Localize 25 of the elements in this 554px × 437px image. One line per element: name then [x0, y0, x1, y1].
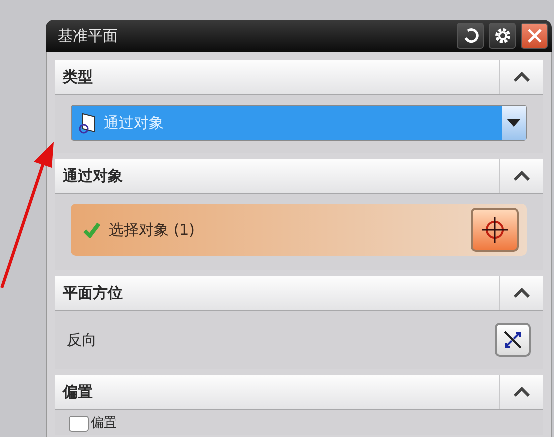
settings-button[interactable]: [489, 23, 516, 49]
plane-icon: [78, 112, 98, 134]
section-title: 平面方位: [62, 284, 124, 302]
section-title: 偏置: [62, 382, 94, 402]
checkbox-label: 偏置: [91, 417, 117, 431]
crosshair-icon: [480, 215, 510, 245]
window-title: 基准平面: [58, 26, 119, 46]
select-object-button[interactable]: [471, 208, 519, 252]
reset-button[interactable]: [457, 23, 484, 49]
close-button[interactable]: [521, 23, 548, 49]
caret-up-icon: [512, 386, 530, 398]
section-title: 类型: [62, 68, 94, 86]
dropdown-arrow-icon: [507, 119, 521, 127]
selection-label: 选择对象 (1): [109, 220, 196, 240]
offset-checkbox[interactable]: [69, 416, 89, 432]
reset-icon: [462, 28, 478, 44]
close-icon: [526, 28, 542, 44]
reverse-direction-button[interactable]: [495, 323, 531, 357]
caret-up-icon: [512, 170, 530, 182]
caret-up-icon: [512, 287, 530, 299]
caret-up-icon: [512, 71, 530, 83]
section-title: 通过对象: [62, 166, 124, 186]
reverse-label: 反向: [67, 330, 98, 350]
gear-icon: [494, 27, 512, 45]
selection-row[interactable]: 选择对象 (1): [71, 204, 527, 256]
